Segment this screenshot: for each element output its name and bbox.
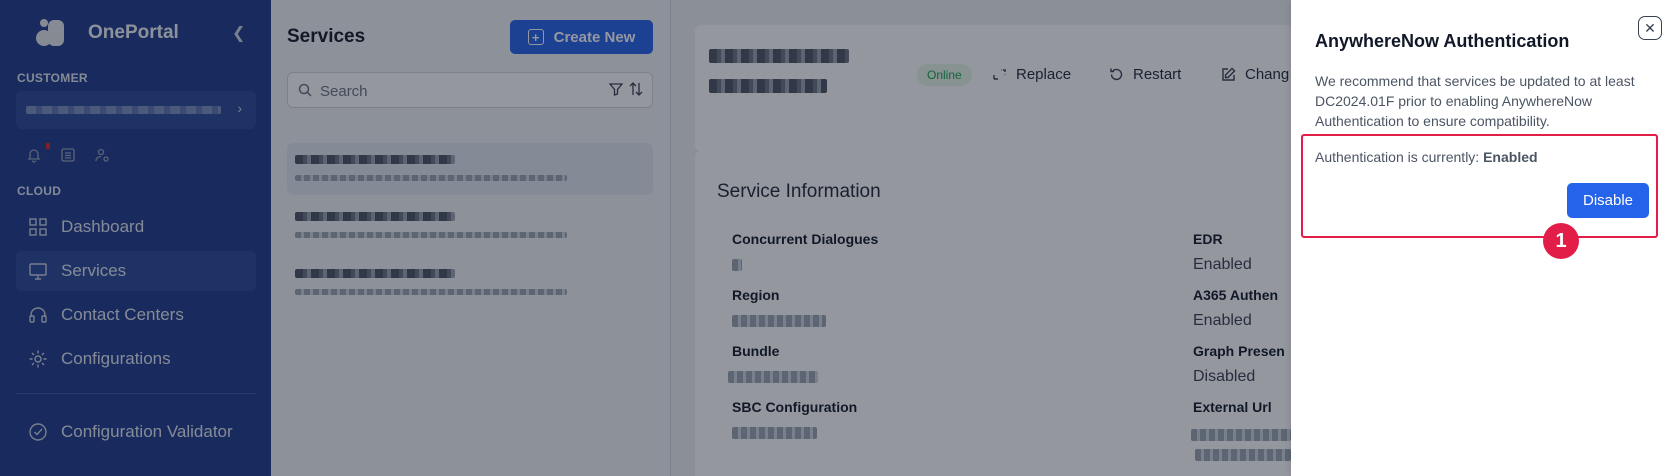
status-value: Enabled [1483, 149, 1538, 165]
close-icon[interactable]: ✕ [1638, 16, 1662, 40]
drawer-title: AnywhereNow Authentication [1315, 31, 1570, 51]
status-prefix: Authentication is currently: [1315, 149, 1484, 165]
disable-button[interactable]: Disable [1567, 183, 1649, 218]
drawer-description: We recommend that services be updated to… [1315, 73, 1635, 129]
modal-backdrop[interactable] [0, 0, 1291, 476]
authentication-drawer: ✕ AnywhereNow Authentication We recommen… [1291, 0, 1677, 476]
step-number-badge: 1 [1543, 223, 1579, 259]
authentication-status: Authentication is currently: Enabled [1315, 149, 1538, 165]
